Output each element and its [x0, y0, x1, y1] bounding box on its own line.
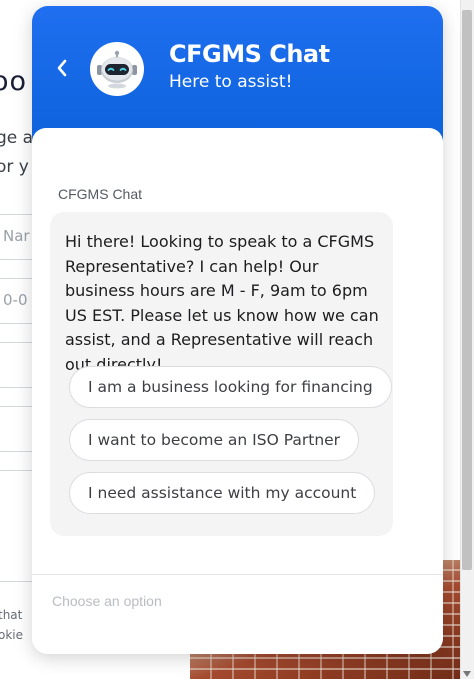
message-sender: CFGMS Chat	[58, 186, 143, 202]
chat-body: CFGMS Chat Hi there! Looking to speak to…	[32, 128, 443, 654]
background-text-line: or y	[0, 157, 29, 177]
chat-widget: CFGMS Chat Here to assist! CFGMS Chat Hi…	[32, 6, 443, 654]
scroll-down-arrow-icon[interactable]	[463, 671, 471, 677]
bot-avatar	[90, 42, 144, 96]
page-scrollbar[interactable]	[460, 0, 474, 679]
background-footer-text: okie	[0, 628, 24, 642]
chevron-left-icon	[57, 59, 67, 77]
message-bubble: Hi there! Looking to speak to a CFGMS Re…	[50, 212, 393, 536]
message-text: Hi there! Looking to speak to a CFGMS Re…	[65, 232, 379, 374]
message-input[interactable]	[52, 588, 422, 614]
field-placeholder: Nar	[3, 227, 30, 245]
chat-subtitle: Here to assist!	[169, 72, 293, 92]
background-heading: oo	[0, 66, 28, 97]
back-button[interactable]	[52, 56, 72, 80]
option-business-financing-button[interactable]: I am a business looking for financing	[69, 366, 392, 408]
composer-divider	[32, 574, 443, 575]
background-footer-text: that	[0, 608, 23, 622]
background-text-line: ge a	[0, 128, 34, 148]
option-account-assistance-button[interactable]: I need assistance with my account	[69, 472, 376, 514]
chat-header: CFGMS Chat Here to assist!	[32, 6, 443, 146]
chat-title: CFGMS Chat	[169, 40, 330, 68]
option-iso-partner-button[interactable]: I want to become an ISO Partner	[69, 419, 360, 461]
field-placeholder: 0-0	[3, 291, 28, 309]
scrollbar-thumb[interactable]	[462, 10, 472, 570]
robot-icon	[97, 50, 137, 89]
